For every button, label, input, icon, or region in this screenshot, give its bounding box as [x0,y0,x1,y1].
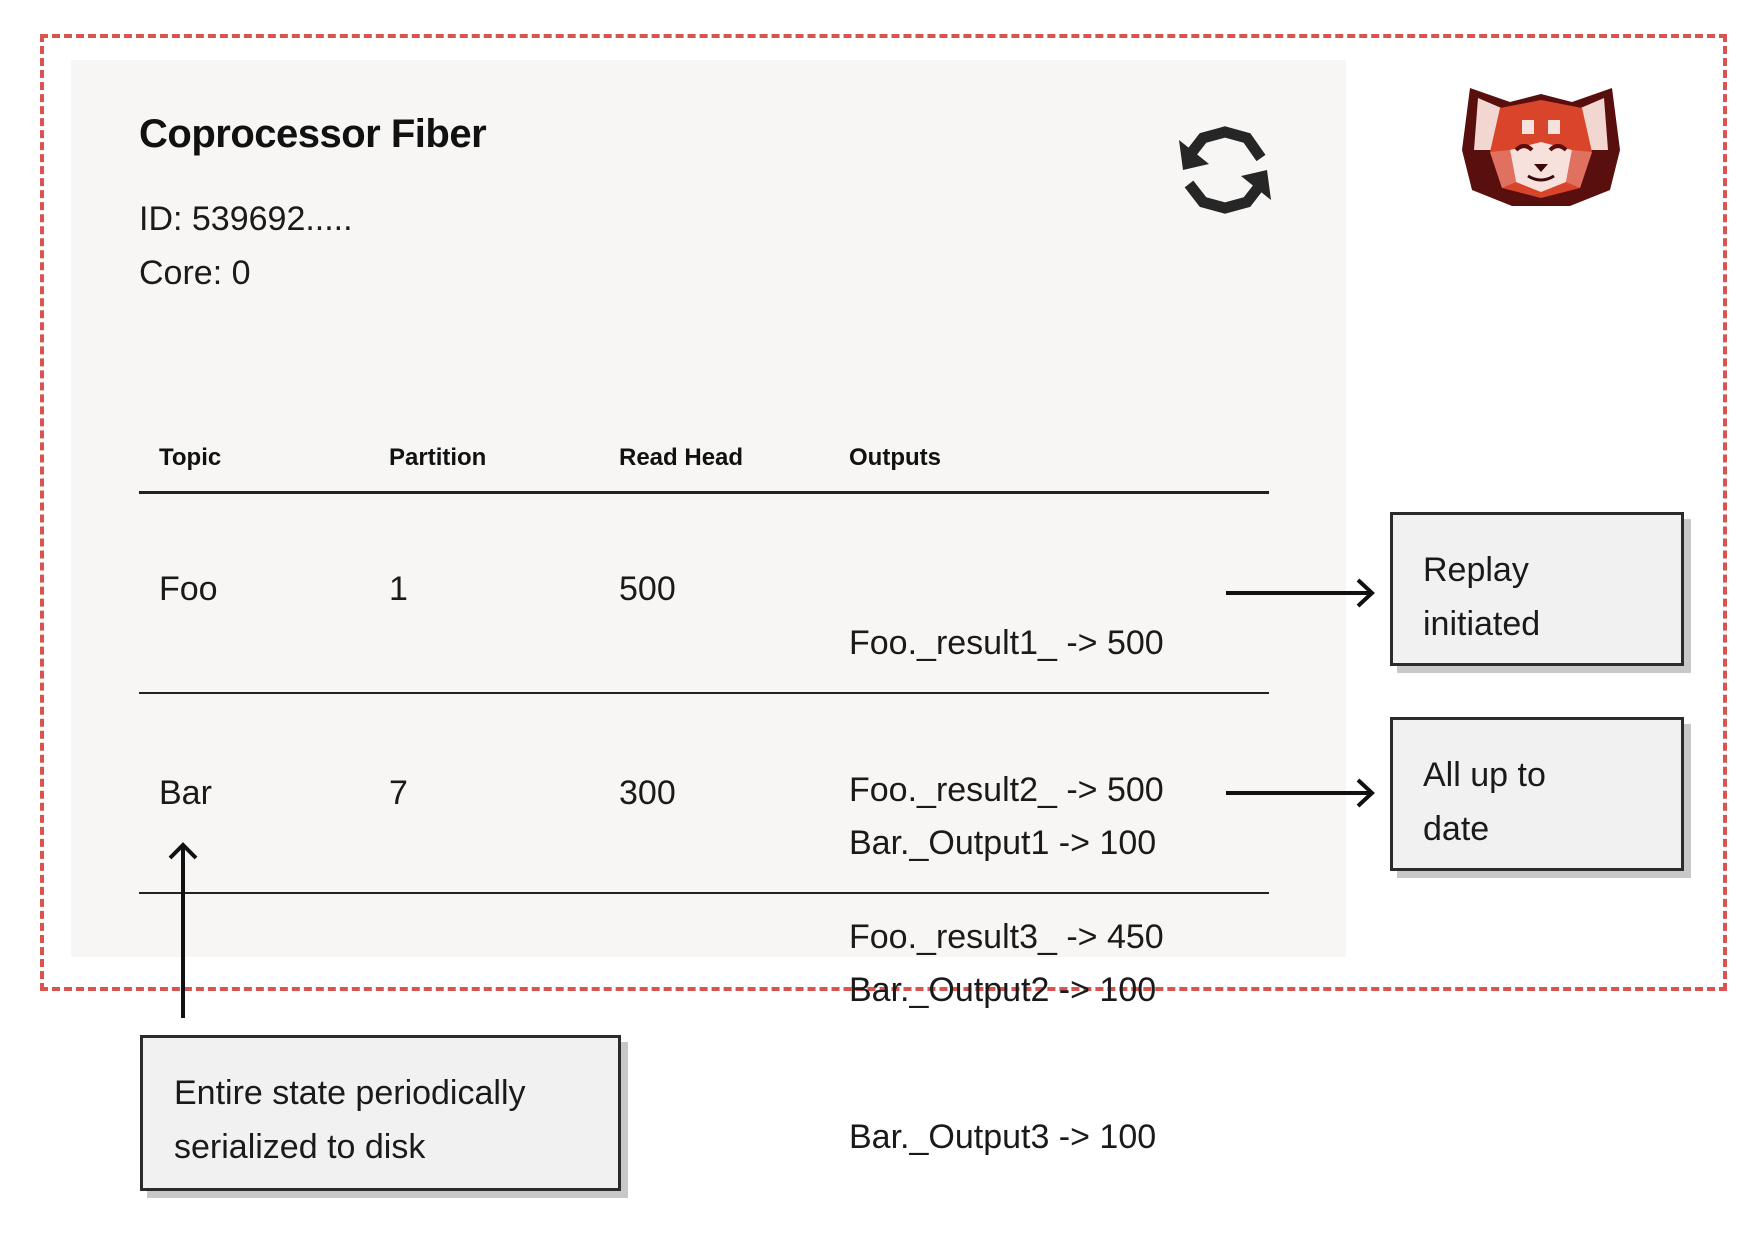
column-header-read-head: Read Head [619,444,744,471]
callout-text: date [1423,810,1490,848]
callout-text: initiated [1423,605,1541,643]
output-line: Bar._Output2 -> 100 [849,971,1157,1009]
cell-outputs: Bar._Output1 -> 100 Bar._Output2 -> 100 … [849,721,1156,1260]
callout-text: All up to [1423,756,1546,794]
callout-text: Entire state periodically [174,1074,526,1112]
cell-topic: Bar [159,774,212,812]
cell-partition: 7 [389,774,408,812]
callout-all-up-to-date: All up to date [1390,717,1684,871]
output-line: Bar._Output3 -> 100 [849,1118,1157,1156]
cell-read-head: 300 [619,774,676,812]
cell-read-head: 500 [619,570,676,608]
callout-state-serialized: Entire state periodically serialized to … [140,1035,621,1191]
row-divider [139,692,1269,694]
column-header-partition: Partition [389,444,487,471]
refresh-cycle-icon [1179,126,1271,214]
callout-text: serialized to disk [174,1128,426,1166]
callout-text: Replay [1423,551,1529,589]
column-header-topic: Topic [159,444,222,471]
output-line: Foo._result1_ -> 500 [849,624,1164,662]
row-divider [139,892,1269,894]
header-divider [139,491,1269,494]
card-title: Coprocessor Fiber [139,112,487,156]
cell-partition: 1 [389,570,408,608]
fiber-core: Core: 0 [139,254,251,292]
callout-replay-initiated: Replay initiated [1390,512,1684,666]
red-panda-logo [1462,88,1620,206]
column-header-outputs: Outputs [849,444,941,471]
cell-topic: Foo [159,570,218,608]
fiber-id: ID: 539692..... [139,200,353,238]
output-line: Bar._Output1 -> 100 [849,824,1157,862]
